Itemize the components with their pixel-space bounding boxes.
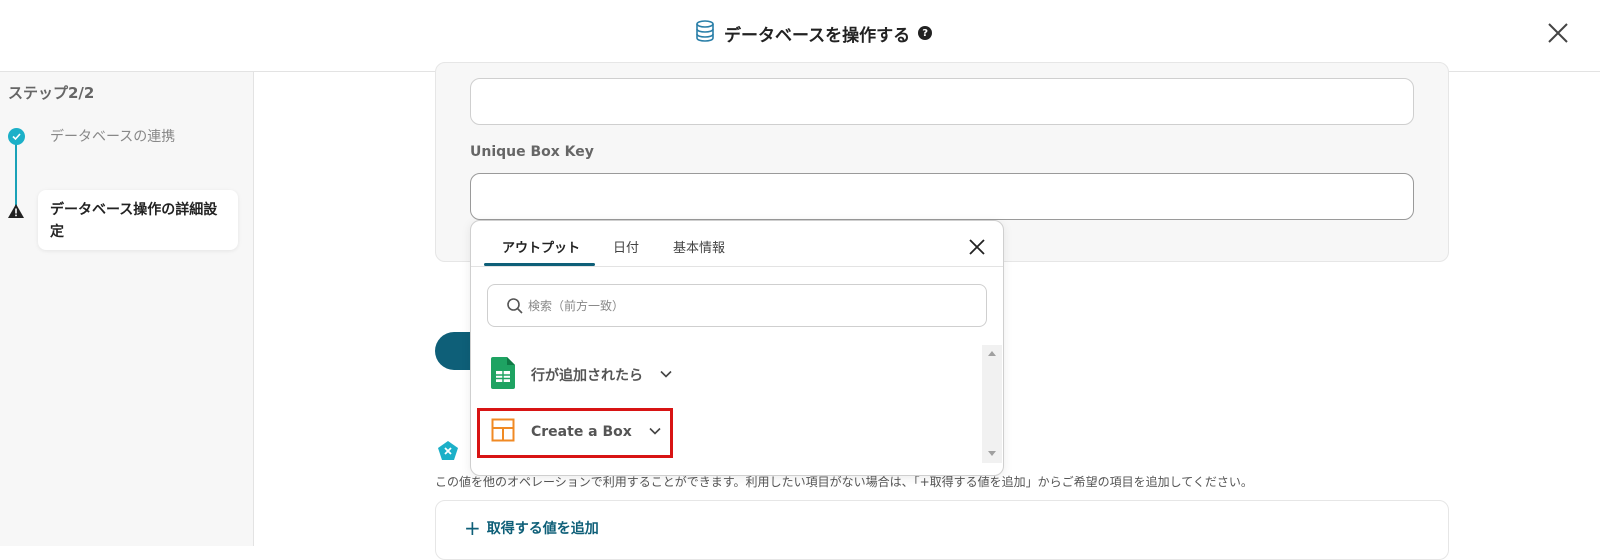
popup-scrollbar[interactable] xyxy=(982,345,1002,463)
warning-icon xyxy=(7,203,25,223)
add-value-label: 取得する値を追加 xyxy=(486,521,599,537)
add-value-button[interactable]: + 取得する値を追加 xyxy=(464,518,599,538)
step-connector xyxy=(15,138,17,208)
popup-tabs: アウトプット 日付 基本情報 xyxy=(471,221,1003,267)
step-item-integration[interactable]: データベースの連携 xyxy=(50,126,175,146)
step-item-detail-settings[interactable]: データベース操作の詳細設定 xyxy=(38,190,238,250)
tab-date[interactable]: 日付 xyxy=(613,237,639,256)
previous-field-input[interactable] xyxy=(470,78,1414,125)
check-icon xyxy=(8,128,25,145)
tab-basic-info[interactable]: 基本情報 xyxy=(673,237,725,256)
step-sidebar: ステップ2/2 データベースの連携 データベース操作の詳細設定 xyxy=(0,72,254,546)
scroll-up-icon[interactable] xyxy=(988,351,996,356)
database-icon xyxy=(694,19,716,47)
close-icon[interactable] xyxy=(1544,19,1572,47)
variable-icon xyxy=(437,440,459,466)
list-item-row-added[interactable]: 行が追加されたら xyxy=(491,357,673,393)
search-input[interactable] xyxy=(528,295,968,317)
google-sheets-icon xyxy=(491,357,515,393)
active-tab-indicator xyxy=(484,263,595,266)
unique-box-key-input[interactable] xyxy=(470,173,1414,220)
search-icon xyxy=(506,297,524,319)
output-picker-popup: アウトプット 日付 基本情報 行が追加されたら xyxy=(470,220,1004,476)
close-icon[interactable] xyxy=(968,238,986,256)
unique-box-key-label: Unique Box Key xyxy=(470,144,594,160)
help-icon[interactable]: ? xyxy=(918,26,933,40)
chevron-down-icon[interactable] xyxy=(659,366,673,385)
list-item-label: 行が追加されたら xyxy=(531,368,643,384)
step-counter: ステップ2/2 xyxy=(8,84,95,102)
modal-title-text: データベースを操作する xyxy=(724,25,911,46)
highlight-box xyxy=(477,408,673,458)
scroll-down-icon[interactable] xyxy=(988,451,996,456)
plus-icon: + xyxy=(464,516,481,540)
modal-title: データベースを操作する ? xyxy=(694,19,933,47)
tab-output[interactable]: アウトプット xyxy=(502,237,580,256)
search-box xyxy=(487,284,987,327)
